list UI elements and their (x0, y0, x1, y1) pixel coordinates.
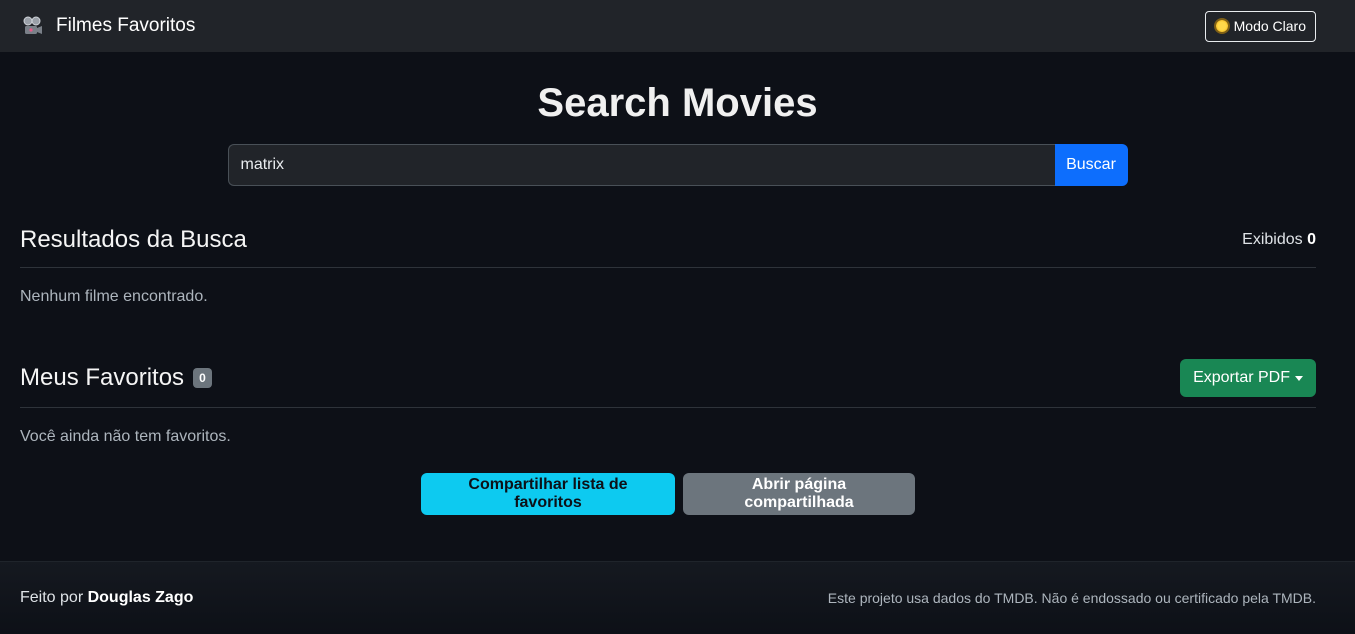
favorites-section: Meus Favoritos 0 Exportar PDF Você ainda… (0, 349, 1355, 515)
film-projector-icon (20, 14, 44, 38)
favorites-count-badge: 0 (193, 368, 212, 388)
footer-credit: Feito por Douglas Zago (20, 589, 193, 607)
favorites-title: Meus Favoritos (20, 364, 185, 391)
caret-down-icon (1295, 375, 1303, 381)
theme-toggle-button[interactable]: Modo Claro (1204, 10, 1316, 42)
open-shared-page-button[interactable]: Abrir página compartilhada (683, 473, 915, 515)
results-shown-count: Exibidos 0 (1242, 231, 1316, 249)
results-header: Resultados da Busca Exibidos 0 (20, 212, 1316, 268)
footer-made-by: Feito por (20, 589, 84, 606)
main-content: Search Movies Buscar Resultados da Busca… (0, 80, 1355, 515)
share-actions: Compartilhar lista de favoritos Abrir pá… (20, 473, 1316, 515)
brand-title: Filmes Favoritos (56, 15, 196, 36)
search-button[interactable]: Buscar (1054, 144, 1128, 186)
results-title: Resultados da Busca (20, 225, 247, 253)
search-bar: Buscar (0, 144, 1355, 186)
shown-count: 0 (1307, 230, 1316, 248)
footer-author: Douglas Zago (87, 589, 194, 606)
favorites-title-group: Meus Favoritos 0 (20, 364, 212, 392)
results-empty-message: Nenhum filme encontrado. (20, 288, 208, 305)
shown-label: Exibidos (1242, 230, 1303, 248)
search-input[interactable] (227, 144, 1055, 186)
export-pdf-button[interactable]: Exportar PDF (1180, 359, 1316, 397)
results-section: Resultados da Busca Exibidos 0 Nenhum fi… (0, 212, 1355, 306)
brand[interactable]: Filmes Favoritos (20, 14, 195, 38)
export-pdf-label: Exportar PDF (1193, 369, 1290, 386)
navbar: Filmes Favoritos Modo Claro (0, 0, 1355, 52)
favorites-empty-message: Você ainda não tem favoritos. (20, 428, 231, 445)
page-title: Search Movies (537, 81, 818, 125)
footer: Feito por Douglas Zago Este projeto usa … (0, 561, 1355, 634)
sun-icon (1215, 20, 1228, 32)
share-favorites-button[interactable]: Compartilhar lista de favoritos (421, 473, 675, 515)
favorites-header: Meus Favoritos 0 Exportar PDF (20, 349, 1316, 408)
theme-toggle-label: Modo Claro (1233, 18, 1306, 34)
footer-disclaimer: Este projeto usa dados do TMDB. Não é en… (827, 590, 1316, 606)
